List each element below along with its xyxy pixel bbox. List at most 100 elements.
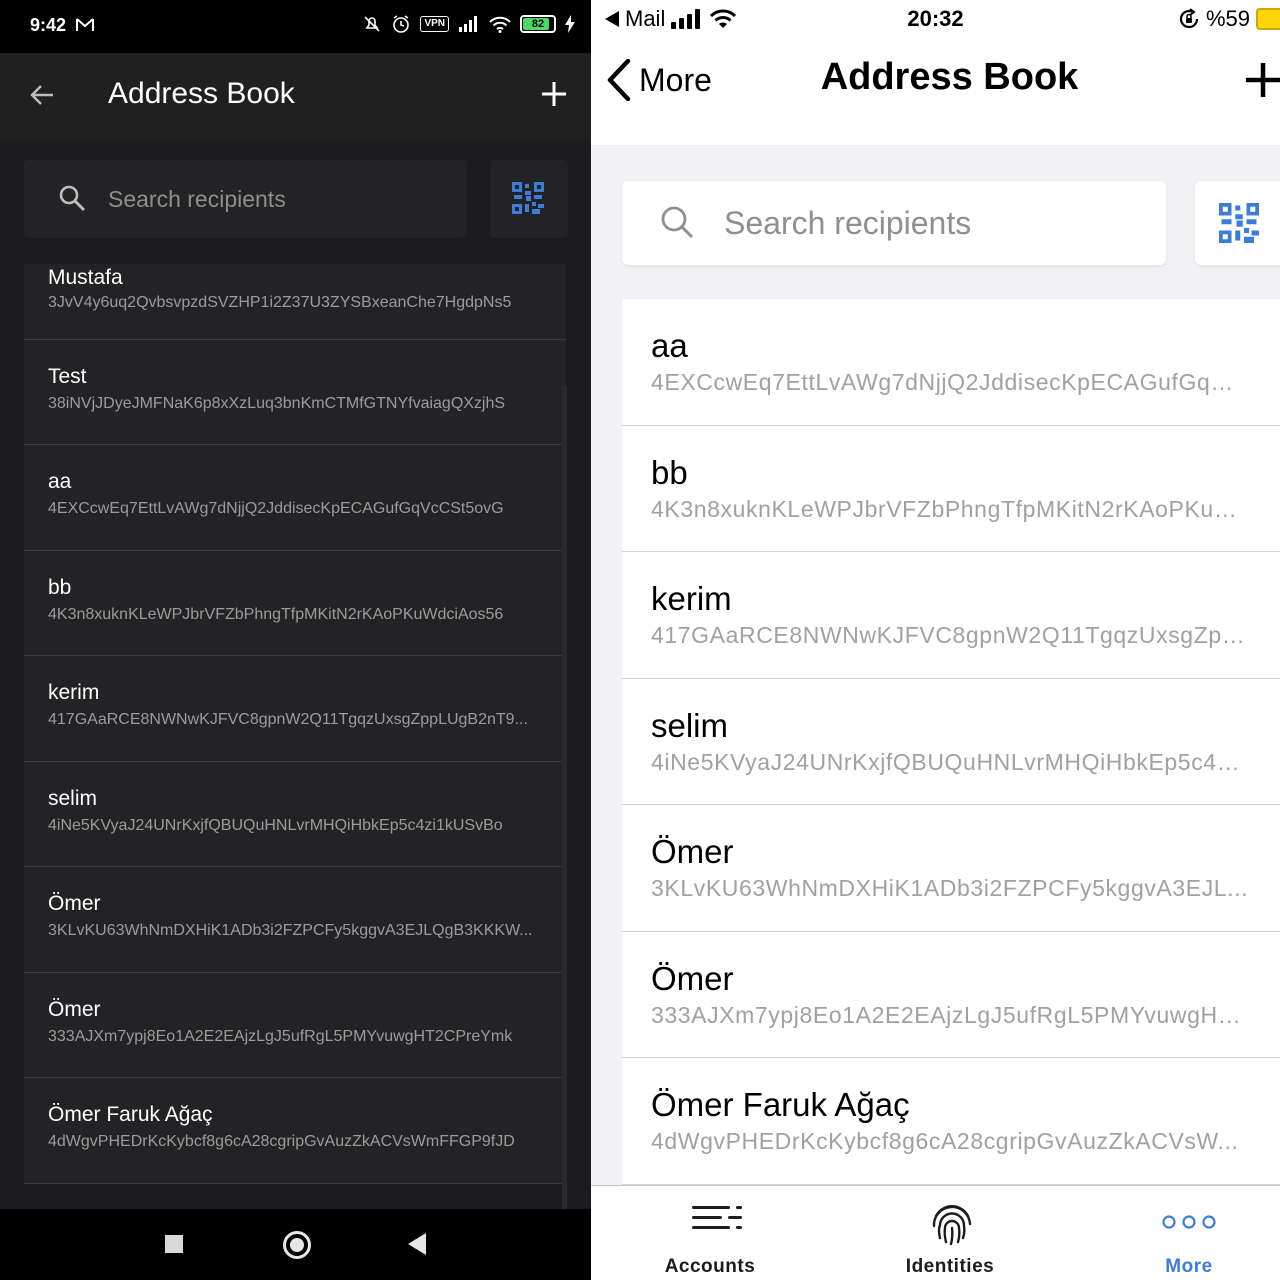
add-icon[interactable] (1245, 62, 1280, 98)
contact-row[interactable]: Ömer 3KLvKU63WhNmDXHiK1ADb3i2FZPCFy5kggvA… (24, 867, 566, 973)
search-icon (59, 185, 86, 212)
contact-name: Ömer Faruk Ağaç (48, 1103, 213, 1126)
contact-address: 38iNVjJDyeJMFNaK6p8xXzLuq3bnKmCTMfGTNYfv… (48, 394, 506, 412)
contact-address: 333AJXm7ypj8Eo1A2E2EAjzLgJ5ufRgL5PMYvuwg… (48, 1027, 513, 1045)
system-back-button[interactable] (408, 1233, 426, 1255)
contact-address: 4EXCcwEq7EttLvAWg7dNjjQ2JddisecKpECAGufG… (48, 500, 504, 517)
wifi-icon (489, 16, 511, 33)
page-title: Address Book (108, 77, 295, 110)
contact-row[interactable]: Test 38iNVjJDyeJMFNaK6p8xXzLuq3bnKmCTMfGT… (24, 339, 566, 445)
gmail-icon (76, 18, 94, 31)
battery-percent: %59 (1205, 6, 1250, 31)
contact-name: Ömer (48, 892, 101, 915)
contact-row[interactable]: kerim 417GAaRCE8NWNwKJFVC8gpnW2Q11TgqzUxs… (622, 552, 1280, 679)
battery-icon: 82 (520, 15, 556, 33)
contact-address: 4dWgvPHEDrKcKybcf8g6cA28cgripGvAuzZkACVs… (651, 1128, 1239, 1154)
contact-name: Ömer (651, 959, 734, 997)
contact-name: selim (651, 706, 729, 744)
contact-name: Ömer Faruk Ağaç (651, 1086, 910, 1123)
system-navigation-bar (0, 1209, 591, 1280)
qr-code-icon (512, 182, 544, 214)
contact-address: 4K3n8xuknKLeWPJbrVFZbPhngTfpMKitN2rKAoPK… (48, 605, 504, 623)
contact-name: selim (48, 786, 98, 810)
charging-icon (565, 15, 575, 33)
status-time: 9:42 (30, 15, 67, 35)
contact-row[interactable]: Mustafa 3JvV4y6uq2QvbsvpzdSVZHP1i2Z37U3ZY… (24, 264, 566, 340)
battery-level: 82 (531, 18, 545, 30)
contact-list: Mustafa 3JvV4y6uq2QvbsvpzdSVZHP1i2Z37U3ZY… (24, 264, 566, 1184)
contact-address: 4dWgvPHEDrKcKybcf8g6cA28cgripGvAuzZkACVs… (48, 1133, 515, 1150)
contact-row[interactable]: bb 4K3n8xuknKLeWPJbrVFZbPhngTfpMKitN2rKAo… (24, 550, 566, 656)
fingerprint-icon (932, 1205, 972, 1246)
tab-label: Identities (905, 1256, 995, 1277)
search-input[interactable] (724, 201, 1144, 245)
battery-icon (1256, 8, 1280, 30)
home-button[interactable] (283, 1231, 311, 1259)
vpn-badge: VPN (420, 16, 449, 32)
contact-row[interactable]: bb 4K3n8xuknKLeWPJbrVFZbPhngTfpMKitN2rKAo… (622, 425, 1280, 552)
contact-address: 417GAaRCE8NWNwKJFVC8gpnW2Q11TgqzUxsgZpp.… (651, 622, 1249, 648)
qr-code-icon (1219, 203, 1259, 243)
contact-row[interactable]: Ömer Faruk Ağaç 4dWgvPHEDrKcKybcf8g6cA28c… (24, 1078, 566, 1184)
scrollbar[interactable] (562, 386, 567, 1211)
tab-label: More (1165, 1256, 1213, 1277)
contact-name: bb (651, 453, 688, 491)
contact-row[interactable]: selim 4iNe5KVyaJ24UNrKxjfQBUQuHNLvrMHQiHb… (24, 761, 566, 867)
search-box[interactable] (622, 181, 1166, 265)
list-icon (692, 1206, 742, 1229)
tab-identities[interactable]: Identities (850, 1186, 1050, 1280)
contact-name: Ömer (651, 833, 734, 870)
navigation-header: Mail 20:32 %59 More Address Book (591, 0, 1280, 145)
contact-address: 4iNe5KVyaJ24UNrKxjfQBUQuHNLvrMHQiHbkEp5c… (651, 748, 1249, 775)
qr-scan-button[interactable] (1195, 181, 1280, 265)
contact-name: Test (48, 364, 87, 388)
contact-address: 333AJXm7ypj8Eo1A2E2EAjzLgJ5ufRgL5PMYvuwg… (651, 1001, 1249, 1028)
tab-more[interactable]: More (1089, 1186, 1280, 1280)
search-icon (661, 206, 694, 239)
status-bar: 9:42 VPN 82 (0, 0, 591, 53)
ios-screen: Mail 20:32 %59 More Address Book Search … (591, 0, 1280, 1280)
contact-row[interactable]: kerim 417GAaRCE8NWNwKJFVC8gpnW2Q11TgqzUxs… (24, 656, 566, 762)
page-title: Address Book (820, 56, 1079, 98)
contact-name: Mustafa (48, 266, 123, 289)
qr-scan-button[interactable] (490, 160, 568, 238)
contact-address: 3KLvKU63WhNmDXHiK1ADb3i2FZPCFy5kggvA3EJL… (48, 922, 533, 939)
add-icon[interactable] (540, 80, 568, 108)
contact-address: 417GAaRCE8NWNwKJFVC8gpnW2Q11TgqzUxsgZppL… (48, 711, 528, 728)
contact-row[interactable]: Ömer Faruk Ağaç 4dWgvPHEDrKcKybcf8g6cA28c… (622, 1058, 1280, 1185)
app-bar: Address Book (0, 53, 591, 141)
contact-address: 3KLvKU63WhNmDXHiK1ADb3i2FZPCFy5kggvA3EJL… (651, 875, 1249, 901)
tab-bar: Accounts Identities More (591, 1185, 1280, 1280)
orientation-lock-icon (1179, 8, 1199, 29)
status-time: 20:32 (907, 6, 964, 31)
contact-row[interactable]: aa 4EXCcwEq7EttLvAWg7dNjjQ2JddisecKpECAGu… (24, 445, 566, 551)
contact-name: Ömer (48, 997, 101, 1021)
contact-row[interactable]: aa 4EXCcwEq7EttLvAWg7dNjjQ2JddisecKpECAGu… (622, 299, 1280, 426)
contact-name: bb (48, 575, 72, 599)
contact-address: 3JvV4y6uq2QvbsvpzdSVZHP1i2Z37U3ZYSBxeanC… (48, 294, 512, 311)
back-arrow-icon[interactable] (28, 81, 56, 109)
contact-row[interactable]: Ömer 333AJXm7ypj8Eo1A2E2EAjzLgJ5ufRgL5PMY… (622, 931, 1280, 1058)
mute-icon (364, 16, 381, 32)
recents-button[interactable] (165, 1235, 183, 1253)
contact-name: aa (651, 327, 688, 364)
contact-name: kerim (48, 681, 100, 704)
contact-row[interactable]: Ömer 3KLvKU63WhNmDXHiK1ADb3i2FZPCFy5kggvA… (622, 805, 1280, 932)
contact-address: 4EXCcwEq7EttLvAWg7dNjjQ2JddisecKpECAGufG… (651, 369, 1249, 395)
more-dots-icon (1162, 1215, 1216, 1229)
contact-row[interactable]: selim 4iNe5KVyaJ24UNrKxjfQBUQuHNLvrMHQiHb… (622, 678, 1280, 805)
search-box[interactable] (24, 160, 466, 238)
contact-address: 4K3n8xuknKLeWPJbrVFZbPhngTfpMKitN2rKAoPK… (651, 495, 1249, 522)
contact-list: aa 4EXCcwEq7EttLvAWg7dNjjQ2JddisecKpECAGu… (622, 299, 1280, 1185)
search-input[interactable] (108, 178, 448, 220)
contact-name: aa (48, 470, 72, 493)
alarm-icon (393, 15, 410, 33)
tab-label: Accounts (664, 1256, 756, 1277)
status-icons: VPN 82 (362, 14, 575, 34)
contact-row[interactable]: Ömer 333AJXm7ypj8Eo1A2E2EAjzLgJ5ufRgL5PMY… (24, 972, 566, 1078)
android-screen: 9:42 VPN 82 Address Book Search recipien… (0, 0, 591, 1280)
tab-accounts[interactable]: Accounts (610, 1186, 810, 1280)
contact-name: kerim (651, 580, 732, 617)
contact-address: 4iNe5KVyaJ24UNrKxjfQBUQuHNLvrMHQiHbkEp5c… (48, 816, 503, 834)
status-right: %59 (1178, 6, 1280, 32)
